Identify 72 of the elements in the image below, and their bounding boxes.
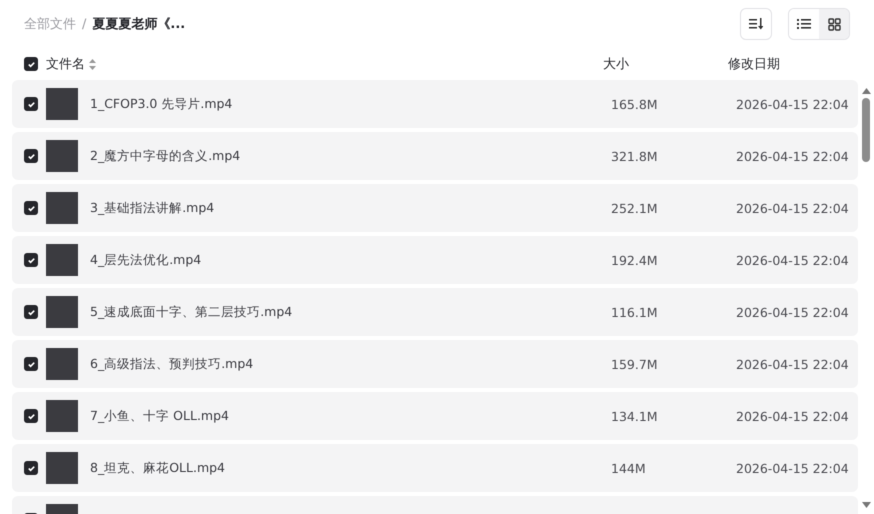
checkmark-icon <box>26 360 36 368</box>
file-size: 252.1M <box>611 200 659 216</box>
modified-date: 2026-04-15 22:04 <box>736 460 846 476</box>
video-thumbnail-placeholder <box>46 296 78 328</box>
video-thumbnail-placeholder <box>46 452 78 484</box>
file-row[interactable]: 5_速成底面十字、第二层技巧.mp4 116.1M 2026-04-15 22:04 <box>12 288 858 336</box>
file-row[interactable]: 1_CFOP3.0 先导片.mp4 165.8M 2026-04-15 22:04 <box>12 80 858 128</box>
file-size: 116.1M <box>611 304 659 320</box>
row-checkbox[interactable] <box>24 409 38 423</box>
file-size: 159.7M <box>611 356 659 372</box>
column-header: 修改日期 <box>728 56 781 73</box>
file-name: 1_CFOP3.0 先导片.mp4 <box>90 96 232 112</box>
file-row[interactable]: 4_层先法优化.mp4 192.4M 2026-04-15 22:04 <box>12 236 858 284</box>
modified-date: 2026-04-15 22:04 <box>736 96 846 112</box>
row-checkbox[interactable] <box>24 97 38 111</box>
sort-icon <box>89 58 96 70</box>
breadcrumb-separator: / <box>82 16 86 32</box>
scrollbar-thumb[interactable] <box>862 98 870 162</box>
modified-date: 2026-04-15 22:04 <box>736 356 846 372</box>
file-name: 7_小鱼、十字 OLL.mp4 <box>90 408 229 424</box>
checkmark-icon <box>26 412 36 420</box>
video-thumbnail-placeholder <box>46 400 78 432</box>
row-checkbox[interactable] <box>24 305 38 319</box>
file-name: 2_魔方中字母的含义.mp4 <box>90 148 240 164</box>
checkmark-icon <box>26 152 36 160</box>
checkmark-icon <box>26 308 36 316</box>
column-header: 大小 <box>603 56 630 73</box>
modified-date: 2026-04-15 22:04 <box>736 148 846 164</box>
file-size: 192.4M <box>611 252 659 268</box>
checkmark-icon <box>26 100 36 108</box>
checkmark-icon <box>26 60 36 68</box>
checkmark-icon <box>26 464 36 472</box>
row-checkbox[interactable] <box>24 201 38 215</box>
file-name: 8_坦克、麻花OLL.mp4 <box>90 460 226 476</box>
file-row[interactable]: 8_坦克、麻花OLL.mp4 144M 2026-04-15 22:04 <box>12 444 858 492</box>
modified-date: 2026-04-15 22:04 <box>736 304 846 320</box>
select-all-checkbox[interactable] <box>24 57 38 71</box>
list-icon <box>797 18 811 30</box>
file-size: 165.8M <box>611 96 659 112</box>
row-checkbox[interactable] <box>24 357 38 371</box>
breadcrumb-item: 夏夏夏老师《... <box>92 16 186 33</box>
file-name: 5_速成底面十字、第二层技巧.mp4 <box>90 304 292 320</box>
video-thumbnail-placeholder <box>46 88 78 120</box>
scroll-up-icon[interactable] <box>862 88 870 94</box>
view-toggle-button[interactable] <box>819 9 849 39</box>
modified-date: 2026-04-15 22:04 <box>736 252 846 268</box>
sort-button[interactable] <box>740 8 772 40</box>
video-thumbnail-placeholder <box>46 140 78 172</box>
row-checkbox[interactable] <box>24 253 38 267</box>
sort-lines-icon <box>749 18 763 30</box>
modified-date: 2026-04-15 22:04 <box>736 408 846 424</box>
video-thumbnail-placeholder <box>46 244 78 276</box>
file-name: 4_层先法优化.mp4 <box>90 252 202 268</box>
video-thumbnail-placeholder <box>46 192 78 224</box>
column-header[interactable]: 文件名 <box>46 55 85 73</box>
modified-date: 2026-04-15 22:04 <box>736 200 846 216</box>
file-row[interactable]: 2_魔方中字母的含义.mp4 321.8M 2026-04-15 22:04 <box>12 132 858 180</box>
checkmark-icon <box>26 256 36 264</box>
row-checkbox[interactable] <box>24 149 38 163</box>
row-checkbox[interactable] <box>24 461 38 475</box>
checkmark-icon <box>26 204 36 212</box>
file-size: 321.8M <box>611 148 659 164</box>
file-row[interactable]: 6_高级指法、预判技巧.mp4 159.7M 2026-04-15 22:04 <box>12 340 858 388</box>
file-row[interactable]: 7_小鱼、十字 OLL.mp4 134.1M 2026-04-15 22:04 <box>12 392 858 440</box>
file-row[interactable]: 3_基础指法讲解.mp4 252.1M 2026-04-15 22:04 <box>12 184 858 232</box>
file-size: 134.1M <box>611 408 659 424</box>
file-name: 3_基础指法讲解.mp4 <box>90 200 214 216</box>
grid-icon <box>828 18 840 30</box>
video-thumbnail-placeholder <box>46 348 78 380</box>
scroll-down-icon[interactable] <box>862 502 870 508</box>
file-size: 144M <box>611 460 647 476</box>
file-name: 6_高级指法、预判技巧.mp4 <box>90 356 254 372</box>
